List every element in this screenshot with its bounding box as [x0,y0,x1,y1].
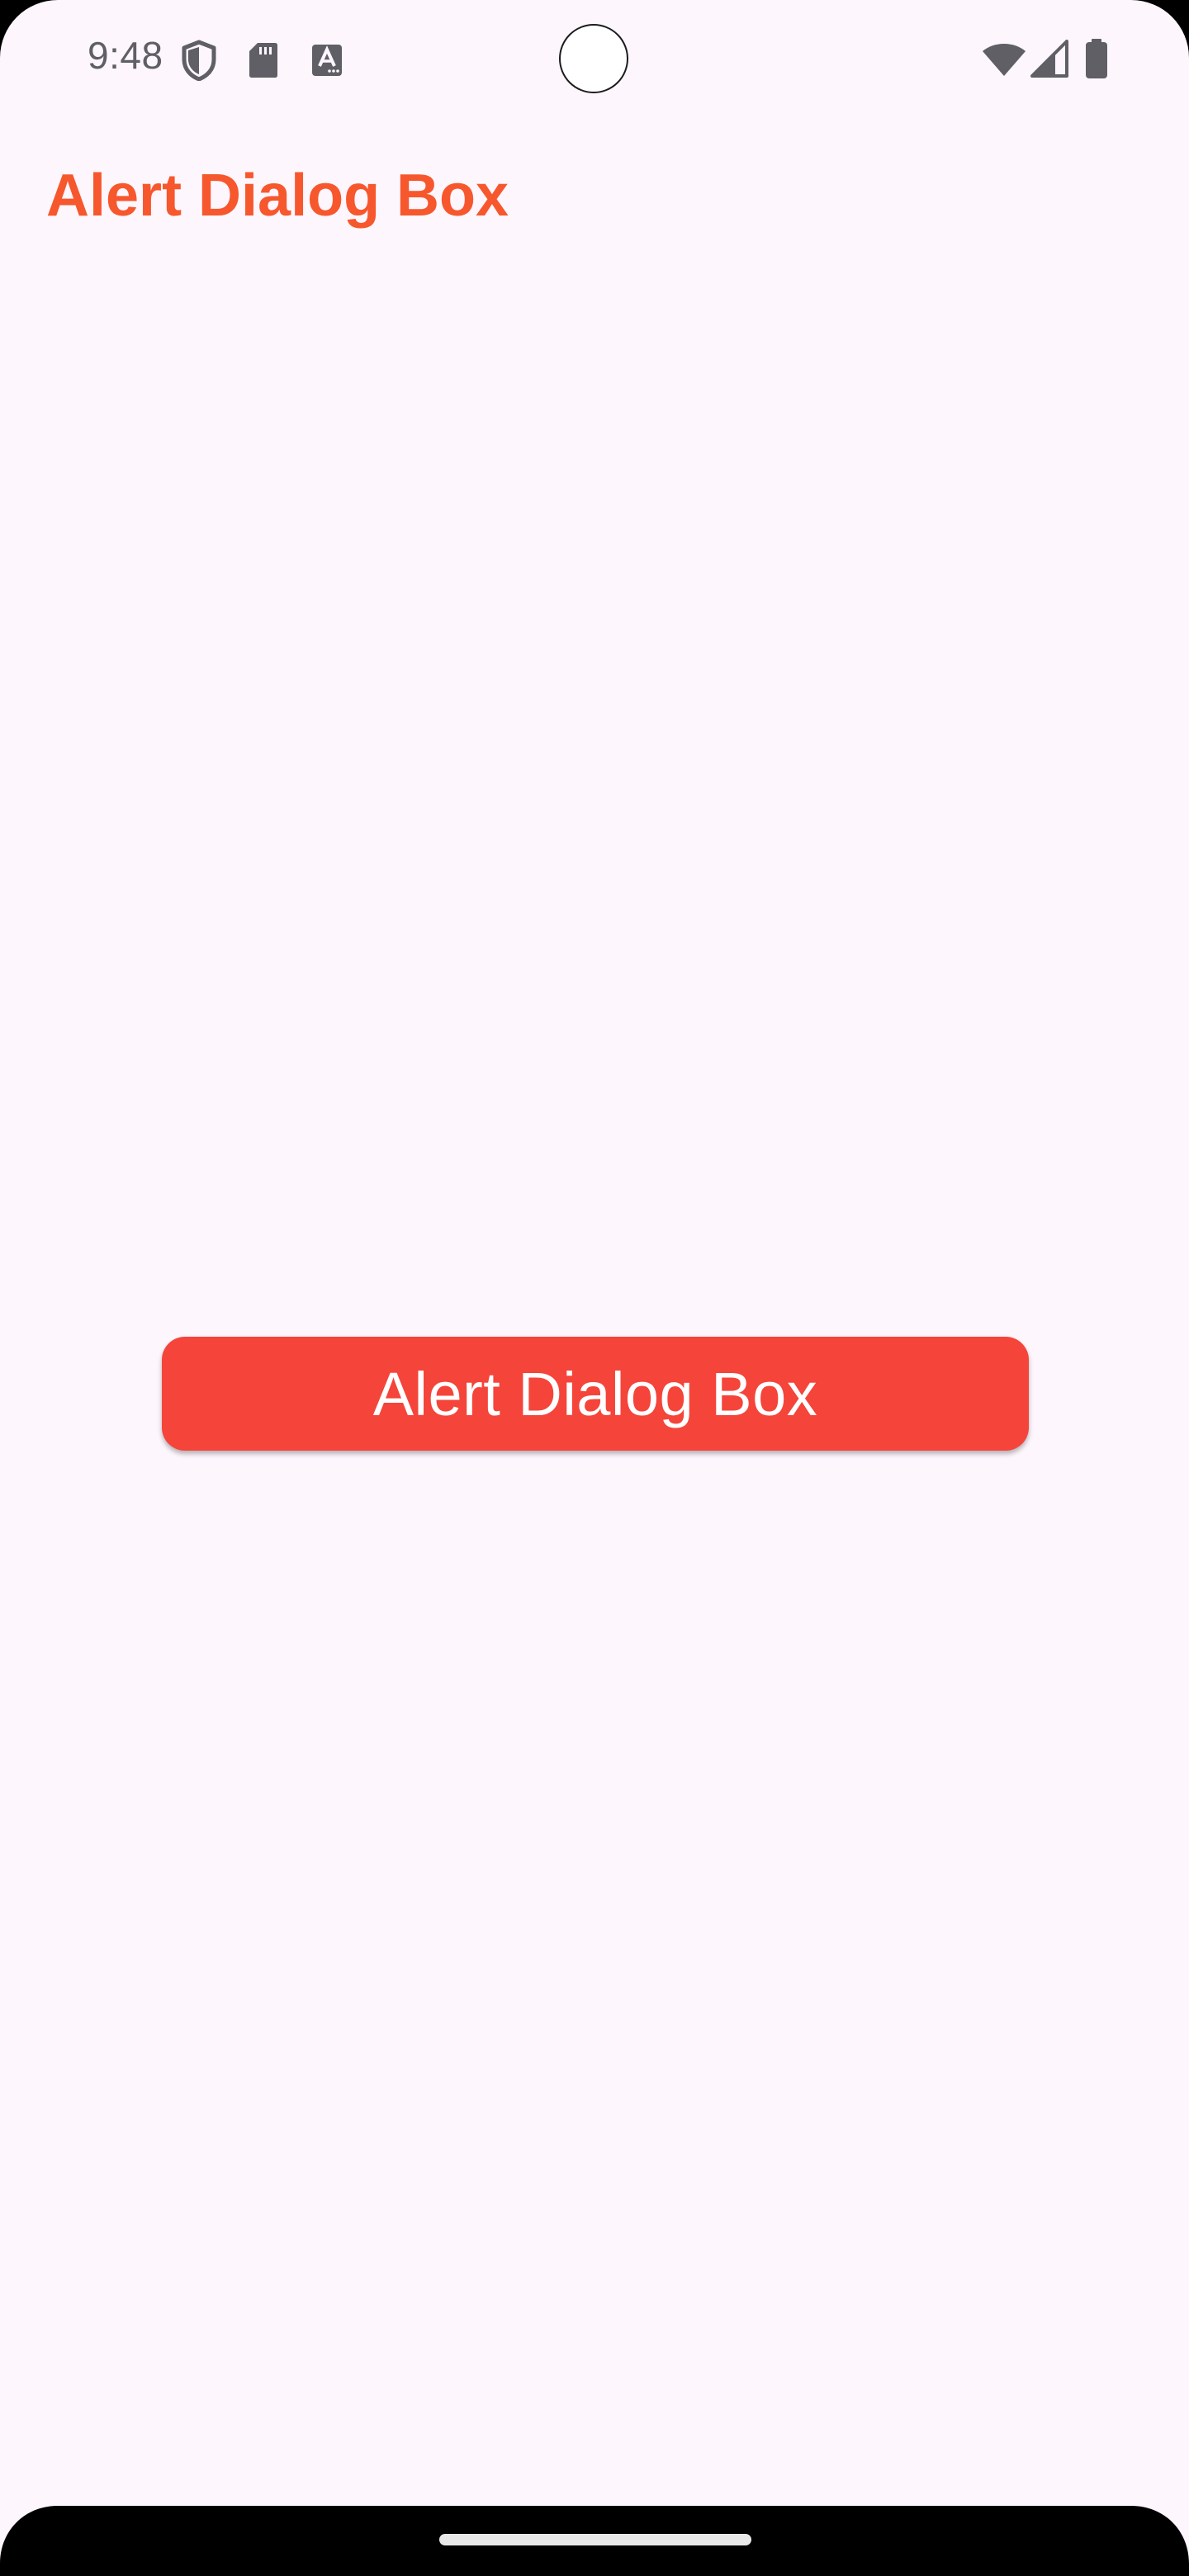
font-a-icon [312,45,342,76]
page-title: Alert Dialog Box [46,163,509,229]
wifi-icon [983,44,1026,76]
app-screen: 9:48 Alert Dialog Box Alert Dialog Box [0,0,1189,2576]
bottom-left-corner [0,2506,58,2564]
front-camera-cutout [559,24,628,93]
alert-dialog-button-label: Alert Dialog Box [372,1359,818,1428]
shield-icon [182,40,216,81]
bottom-right-corner [1131,2506,1189,2564]
sd-card-icon [249,43,277,78]
status-bar: 9:48 [0,0,1189,120]
cell-signal-icon [1030,40,1068,78]
battery-icon [1086,39,1107,78]
home-indicator[interactable] [439,2534,751,2545]
status-time: 9:48 [88,34,163,77]
alert-dialog-button[interactable]: Alert Dialog Box [162,1337,1029,1451]
